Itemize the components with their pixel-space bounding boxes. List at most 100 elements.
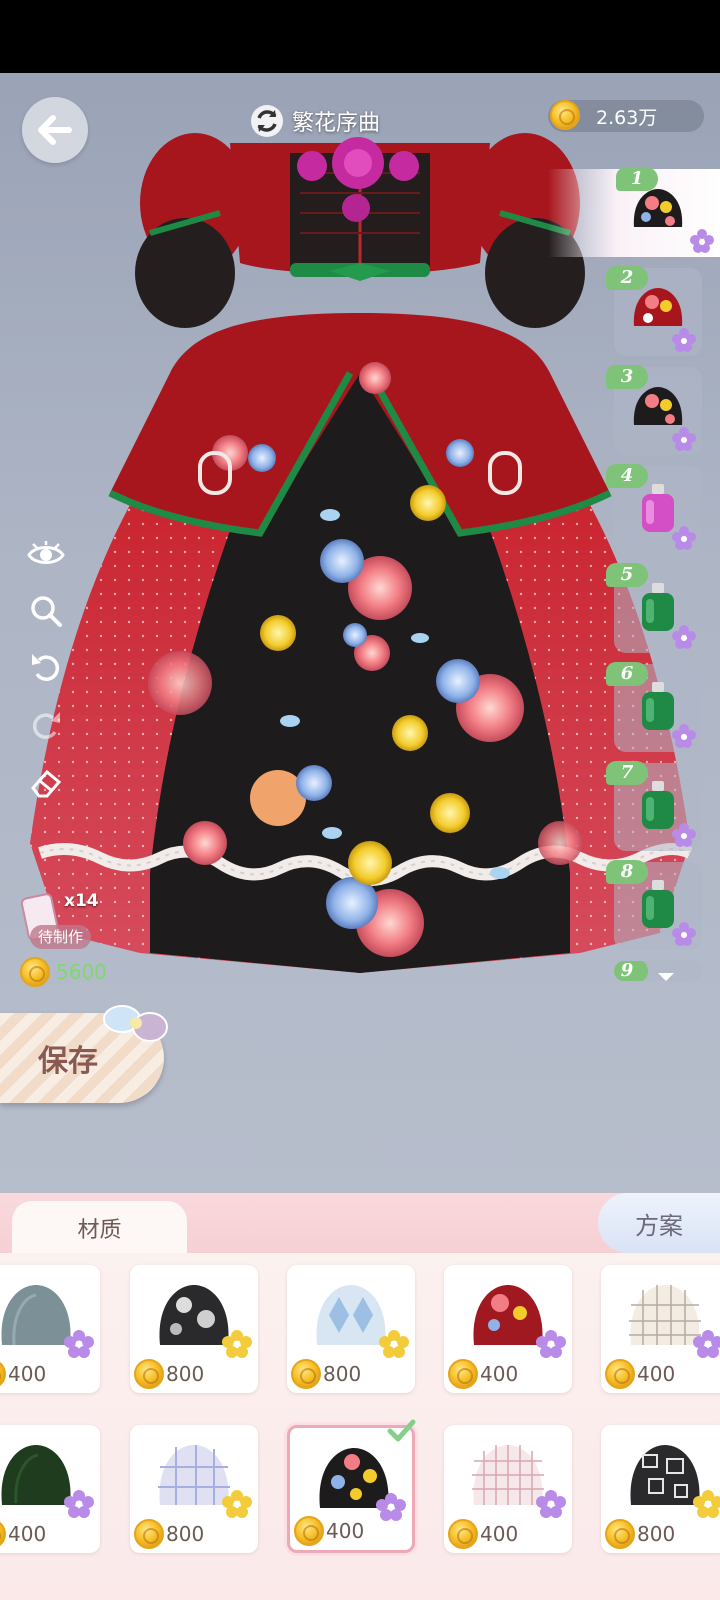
swap-icon bbox=[251, 105, 283, 137]
status-bar bbox=[0, 0, 720, 73]
material-price-value: 800 bbox=[637, 1522, 676, 1546]
variant-6[interactable]: 6 bbox=[606, 662, 702, 752]
variant-5[interactable]: 5 bbox=[606, 563, 702, 653]
back-button[interactable] bbox=[22, 97, 88, 163]
rarity-flower-icon bbox=[672, 625, 696, 649]
variant-7[interactable]: 7 bbox=[606, 761, 702, 851]
back-arrow-icon bbox=[38, 115, 72, 145]
rarity-flower-icon bbox=[693, 1490, 720, 1518]
material-price: 800 bbox=[605, 1519, 675, 1549]
tab-plan[interactable]: 方案 bbox=[598, 1193, 720, 1253]
craft-cost: 5600 bbox=[20, 957, 107, 987]
coin-icon bbox=[448, 1519, 478, 1549]
check-icon bbox=[387, 1419, 416, 1442]
coin-icon bbox=[294, 1516, 324, 1546]
material-price: 400 bbox=[448, 1359, 518, 1389]
rarity-flower-icon bbox=[222, 1490, 252, 1518]
redo-button[interactable] bbox=[26, 705, 66, 745]
undo-button[interactable] bbox=[26, 647, 66, 687]
material-price-value: 400 bbox=[637, 1362, 676, 1386]
variant-2[interactable]: 2 bbox=[606, 266, 702, 356]
material-price-value: 800 bbox=[166, 1522, 205, 1546]
material-card[interactable]: 400 bbox=[444, 1425, 572, 1553]
outfit-title-text: 繁花序曲 bbox=[292, 111, 381, 136]
bottom-panel: 材质 方案 400 800 800 400 400 400 800 400 400 800 bbox=[0, 1193, 720, 1600]
eye-icon bbox=[27, 541, 65, 564]
rarity-flower-icon bbox=[222, 1330, 252, 1358]
currency-balance: 2.63万 bbox=[548, 100, 704, 132]
rarity-flower-icon bbox=[672, 724, 696, 748]
material-price-value: 400 bbox=[326, 1519, 365, 1543]
coin-icon bbox=[0, 1519, 6, 1549]
pending-craft[interactable]: x14 待制作 bbox=[19, 883, 102, 951]
rarity-flower-icon bbox=[693, 1330, 720, 1358]
undo-icon bbox=[32, 654, 60, 681]
coin-icon bbox=[0, 1359, 6, 1389]
zoom-button[interactable] bbox=[26, 591, 66, 631]
material-price: 400 bbox=[0, 1359, 46, 1389]
tab-material-label: 材质 bbox=[77, 1218, 122, 1243]
variant-3[interactable]: 3 bbox=[606, 365, 702, 455]
coin-icon bbox=[20, 957, 50, 987]
preview-stage: 繁花序曲 2.63万 1 2 3 4 5 6 7 8 9 x14 待制作 560… bbox=[0, 73, 720, 1193]
coin-icon bbox=[605, 1359, 635, 1389]
rarity-flower-icon bbox=[379, 1330, 409, 1358]
variant-1[interactable]: 1 bbox=[548, 167, 720, 257]
material-price-value: 400 bbox=[480, 1362, 519, 1386]
preview-toggle-button[interactable] bbox=[26, 535, 66, 575]
craft-cost-value: 5600 bbox=[56, 960, 107, 984]
material-card[interactable]: 400 bbox=[287, 1419, 416, 1553]
tab-plan-label: 方案 bbox=[635, 1211, 683, 1240]
material-price: 800 bbox=[134, 1359, 204, 1389]
material-price-value: 400 bbox=[8, 1362, 47, 1386]
material-card[interactable]: 400 bbox=[0, 1425, 100, 1553]
rarity-flower-icon bbox=[672, 328, 696, 352]
material-card[interactable]: 800 bbox=[287, 1265, 415, 1393]
redo-icon bbox=[32, 712, 60, 739]
material-price: 400 bbox=[605, 1359, 675, 1389]
eraser-button[interactable] bbox=[26, 763, 66, 803]
coin-icon bbox=[550, 100, 580, 130]
rarity-flower-icon bbox=[690, 229, 714, 253]
coin-icon bbox=[448, 1359, 478, 1389]
rarity-flower-icon bbox=[672, 823, 696, 847]
material-price: 400 bbox=[294, 1516, 364, 1546]
material-price: 400 bbox=[448, 1519, 518, 1549]
material-card[interactable]: 400 bbox=[444, 1265, 572, 1393]
material-grid: 400 800 800 400 400 400 800 400 400 800 bbox=[0, 1253, 720, 1600]
material-price: 400 bbox=[0, 1519, 46, 1549]
coin-icon bbox=[134, 1519, 164, 1549]
material-card[interactable]: 800 bbox=[601, 1425, 720, 1553]
bow-decoration-icon bbox=[103, 1005, 168, 1042]
pending-label: 待制作 bbox=[30, 925, 92, 949]
outfit-title[interactable]: 繁花序曲 bbox=[250, 99, 450, 143]
material-card[interactable]: 400 bbox=[0, 1265, 100, 1393]
pending-count: x14 bbox=[64, 891, 99, 911]
rarity-flower-icon bbox=[376, 1493, 406, 1521]
material-price-value: 800 bbox=[166, 1362, 205, 1386]
rarity-flower-icon bbox=[672, 526, 696, 550]
material-price: 800 bbox=[291, 1359, 361, 1389]
material-price-value: 400 bbox=[8, 1522, 47, 1546]
variant-4[interactable]: 4 bbox=[606, 464, 702, 554]
rarity-flower-icon bbox=[64, 1330, 94, 1358]
tab-bar: 材质 方案 bbox=[0, 1193, 720, 1255]
currency-amount: 2.63万 bbox=[596, 106, 658, 129]
tab-material[interactable]: 材质 bbox=[12, 1201, 187, 1255]
variant-8[interactable]: 8 bbox=[606, 860, 702, 950]
rarity-flower-icon bbox=[672, 922, 696, 946]
material-card[interactable]: 800 bbox=[130, 1425, 258, 1553]
material-price-value: 800 bbox=[323, 1362, 362, 1386]
variant-number: 9 bbox=[614, 961, 648, 981]
rarity-flower-icon bbox=[64, 1490, 94, 1518]
scroll-down-icon[interactable] bbox=[656, 971, 676, 983]
coin-icon bbox=[291, 1359, 321, 1389]
coin-icon bbox=[134, 1359, 164, 1389]
eraser-icon bbox=[31, 769, 62, 798]
zoom-icon bbox=[31, 596, 62, 627]
fabric-thumbnail bbox=[633, 189, 683, 227]
material-card[interactable]: 800 bbox=[130, 1265, 258, 1393]
rarity-flower-icon bbox=[536, 1490, 566, 1518]
material-card[interactable]: 400 bbox=[601, 1265, 720, 1393]
rarity-flower-icon bbox=[672, 427, 696, 451]
